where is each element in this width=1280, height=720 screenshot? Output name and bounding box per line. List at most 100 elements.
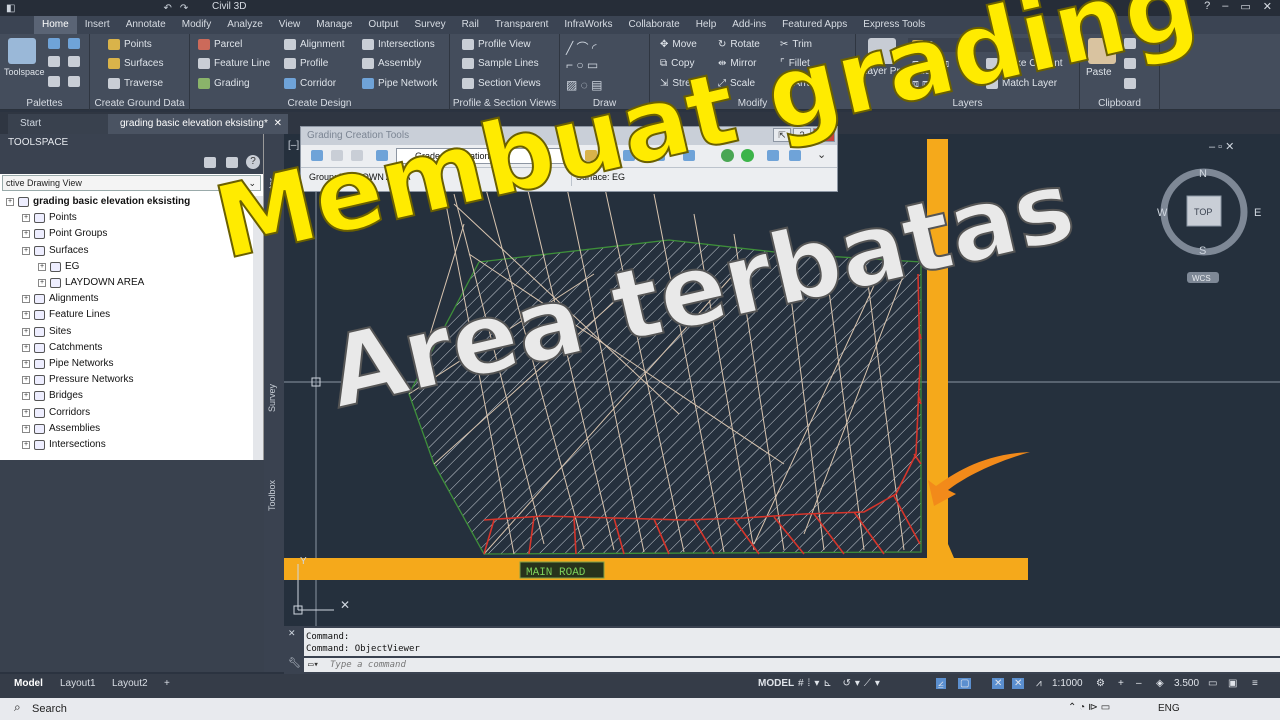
profile-button[interactable]: Profile — [284, 58, 328, 69]
tree-node[interactable]: + LAYDOWN AREA — [38, 275, 144, 291]
expand-icon[interactable]: + — [22, 408, 30, 417]
tab-analyze[interactable]: Analyze — [219, 16, 271, 34]
tree-node[interactable]: + Alignments — [22, 291, 98, 307]
undo-icon[interactable]: ↶ — [163, 3, 171, 14]
tab-output[interactable]: Output — [360, 16, 406, 34]
tree-node[interactable]: + Bridges — [22, 388, 83, 404]
model-tab[interactable]: Model — [14, 678, 43, 689]
assembly-button[interactable]: Assembly — [362, 58, 421, 69]
tray-icons[interactable]: ⌃ ◔ ⧐ ▭ — [1068, 702, 1110, 713]
model-space-toggle[interactable]: MODEL — [758, 678, 794, 689]
alignment-button[interactable]: Alignment — [284, 39, 344, 50]
annotation-visibility-icon[interactable]: ✕ — [992, 678, 1005, 689]
annotation-scale[interactable]: 1:1000 — [1052, 678, 1083, 689]
move-button[interactable]: ✥ Move — [660, 39, 697, 50]
taskbar-search[interactable]: Search — [32, 701, 192, 717]
tree-node[interactable]: + Intersections — [22, 437, 106, 453]
copy-base-icon[interactable] — [1124, 78, 1136, 89]
panel-title-ground[interactable]: Create Ground Data — [90, 98, 189, 109]
redo-icon[interactable]: ↷ — [180, 3, 188, 14]
app-menu-icon[interactable]: ◧ — [6, 3, 15, 14]
close-icon[interactable]: ✕ — [1263, 0, 1272, 13]
layout2-tab[interactable]: Layout2 — [112, 678, 148, 689]
parcel-button[interactable]: Parcel — [198, 39, 242, 50]
hardware-accel-icon[interactable]: ▭ — [1208, 678, 1217, 689]
wrench-icon[interactable]: 🔧︎ — [288, 658, 301, 669]
tree-node[interactable]: + Surfaces — [22, 243, 88, 259]
scale-icon[interactable]: ⩘ — [1036, 678, 1042, 689]
expand-icon[interactable]: + — [22, 230, 30, 239]
plus-icon[interactable]: + — [1118, 678, 1124, 689]
object-snap-icon[interactable]: ⦤ — [936, 678, 946, 689]
tab-survey[interactable]: Survey — [406, 16, 453, 34]
panel-title-palettes[interactable]: Palettes — [0, 98, 89, 109]
tree-node[interactable]: + Point Groups — [22, 226, 107, 242]
expand-icon[interactable]: + — [22, 295, 30, 304]
tab-insert[interactable]: Insert — [77, 16, 118, 34]
properties-icon[interactable] — [48, 76, 60, 87]
panel-title-clipboard[interactable]: Clipboard — [1080, 98, 1159, 109]
snap-tracking-icon[interactable]: ▢ — [958, 678, 972, 689]
tab-annotate[interactable]: Annotate — [118, 16, 174, 34]
workspace-gear-icon[interactable]: ⚙ — [1096, 678, 1105, 689]
toolbox-icon[interactable] — [68, 56, 80, 67]
tab-rail[interactable]: Rail — [454, 16, 487, 34]
survey-tab[interactable]: Survey — [267, 384, 277, 412]
toolspace-icon[interactable] — [8, 38, 36, 64]
pipe-network-button[interactable]: Pipe Network — [362, 78, 437, 89]
tab-add-ins[interactable]: Add-ins — [724, 16, 774, 34]
tab-view[interactable]: View — [271, 16, 309, 34]
surfaces-button[interactable]: Surfaces — [108, 58, 163, 69]
sample-lines-button[interactable]: Sample Lines — [462, 58, 539, 69]
expand-icon[interactable]: + — [22, 441, 30, 449]
minimize-icon[interactable]: – — [1222, 0, 1228, 13]
profile-view-button[interactable]: Profile View — [462, 39, 531, 50]
tab-modify[interactable]: Modify — [174, 16, 219, 34]
feature-line-button[interactable]: Feature Line — [198, 58, 270, 69]
add-layout-icon[interactable]: + — [164, 678, 170, 689]
corridor-button[interactable]: Corridor — [284, 78, 336, 89]
tree-node[interactable]: + Feature Lines — [22, 307, 110, 323]
command-input[interactable]: ▭▾ Type a command — [304, 658, 1280, 672]
elevation-value[interactable]: 3.500 — [1174, 678, 1199, 689]
tree-node[interactable]: + Corridors — [22, 405, 90, 421]
tab-home[interactable]: Home — [34, 16, 77, 34]
search-icon[interactable]: ⌕ — [14, 700, 21, 715]
toolbox-tab[interactable]: Toolbox — [267, 480, 277, 511]
expand-icon[interactable]: + — [22, 376, 30, 385]
expand-icon[interactable]: + — [6, 198, 14, 206]
tab-manage[interactable]: Manage — [308, 16, 360, 34]
intersections-button[interactable]: Intersections — [362, 39, 435, 50]
tree-node[interactable]: + Pressure Networks — [22, 372, 133, 388]
doc-tab-drawing[interactable]: grading basic elevation eksisting* ✕ — [108, 114, 288, 134]
expand-icon[interactable]: + — [22, 214, 30, 223]
tree-node[interactable]: + Assemblies — [22, 421, 100, 437]
tab-collaborate[interactable]: Collaborate — [621, 16, 688, 34]
minus-icon[interactable]: – — [1136, 678, 1142, 689]
points-button[interactable]: Points — [108, 39, 152, 50]
tab-help[interactable]: Help — [688, 16, 725, 34]
toolspace-label[interactable]: Toolspace — [4, 67, 45, 77]
expand-icon[interactable]: + — [38, 279, 46, 287]
expand-icon[interactable]: + — [22, 343, 30, 352]
prospector-icon[interactable] — [48, 38, 60, 49]
command-close-icon[interactable]: ✕ — [288, 628, 296, 639]
polyline-tool-icon[interactable]: ⌐ ○ ▭ — [566, 58, 598, 72]
settings-icon[interactable] — [68, 38, 80, 49]
language-indicator[interactable]: ENG — [1158, 703, 1180, 714]
doc-tab-start[interactable]: Start — [8, 114, 108, 134]
customize-icon[interactable]: ≡ — [1252, 678, 1258, 689]
tree-node[interactable]: + Points — [22, 210, 77, 226]
traverse-button[interactable]: Traverse — [108, 78, 163, 89]
tab-transparent[interactable]: Transparent — [487, 16, 557, 34]
tree-node[interactable]: + Catchments — [22, 340, 102, 356]
close-tab-icon[interactable]: ✕ — [274, 114, 282, 134]
tree-node[interactable]: + EG — [38, 259, 79, 275]
expand-icon[interactable]: + — [22, 424, 30, 433]
expand-icon[interactable]: + — [22, 311, 30, 320]
expand-icon[interactable]: + — [22, 327, 30, 336]
isolate-icon[interactable]: ◈ — [1156, 678, 1164, 689]
drafting-settings-icon[interactable]: #⁞▾⊾ ↺▾⟋▾ — [798, 678, 884, 689]
clean-screen-icon[interactable]: ▣ — [1228, 678, 1237, 689]
line-tool-icon[interactable]: ╱ ⌒ ◜ — [566, 39, 597, 56]
